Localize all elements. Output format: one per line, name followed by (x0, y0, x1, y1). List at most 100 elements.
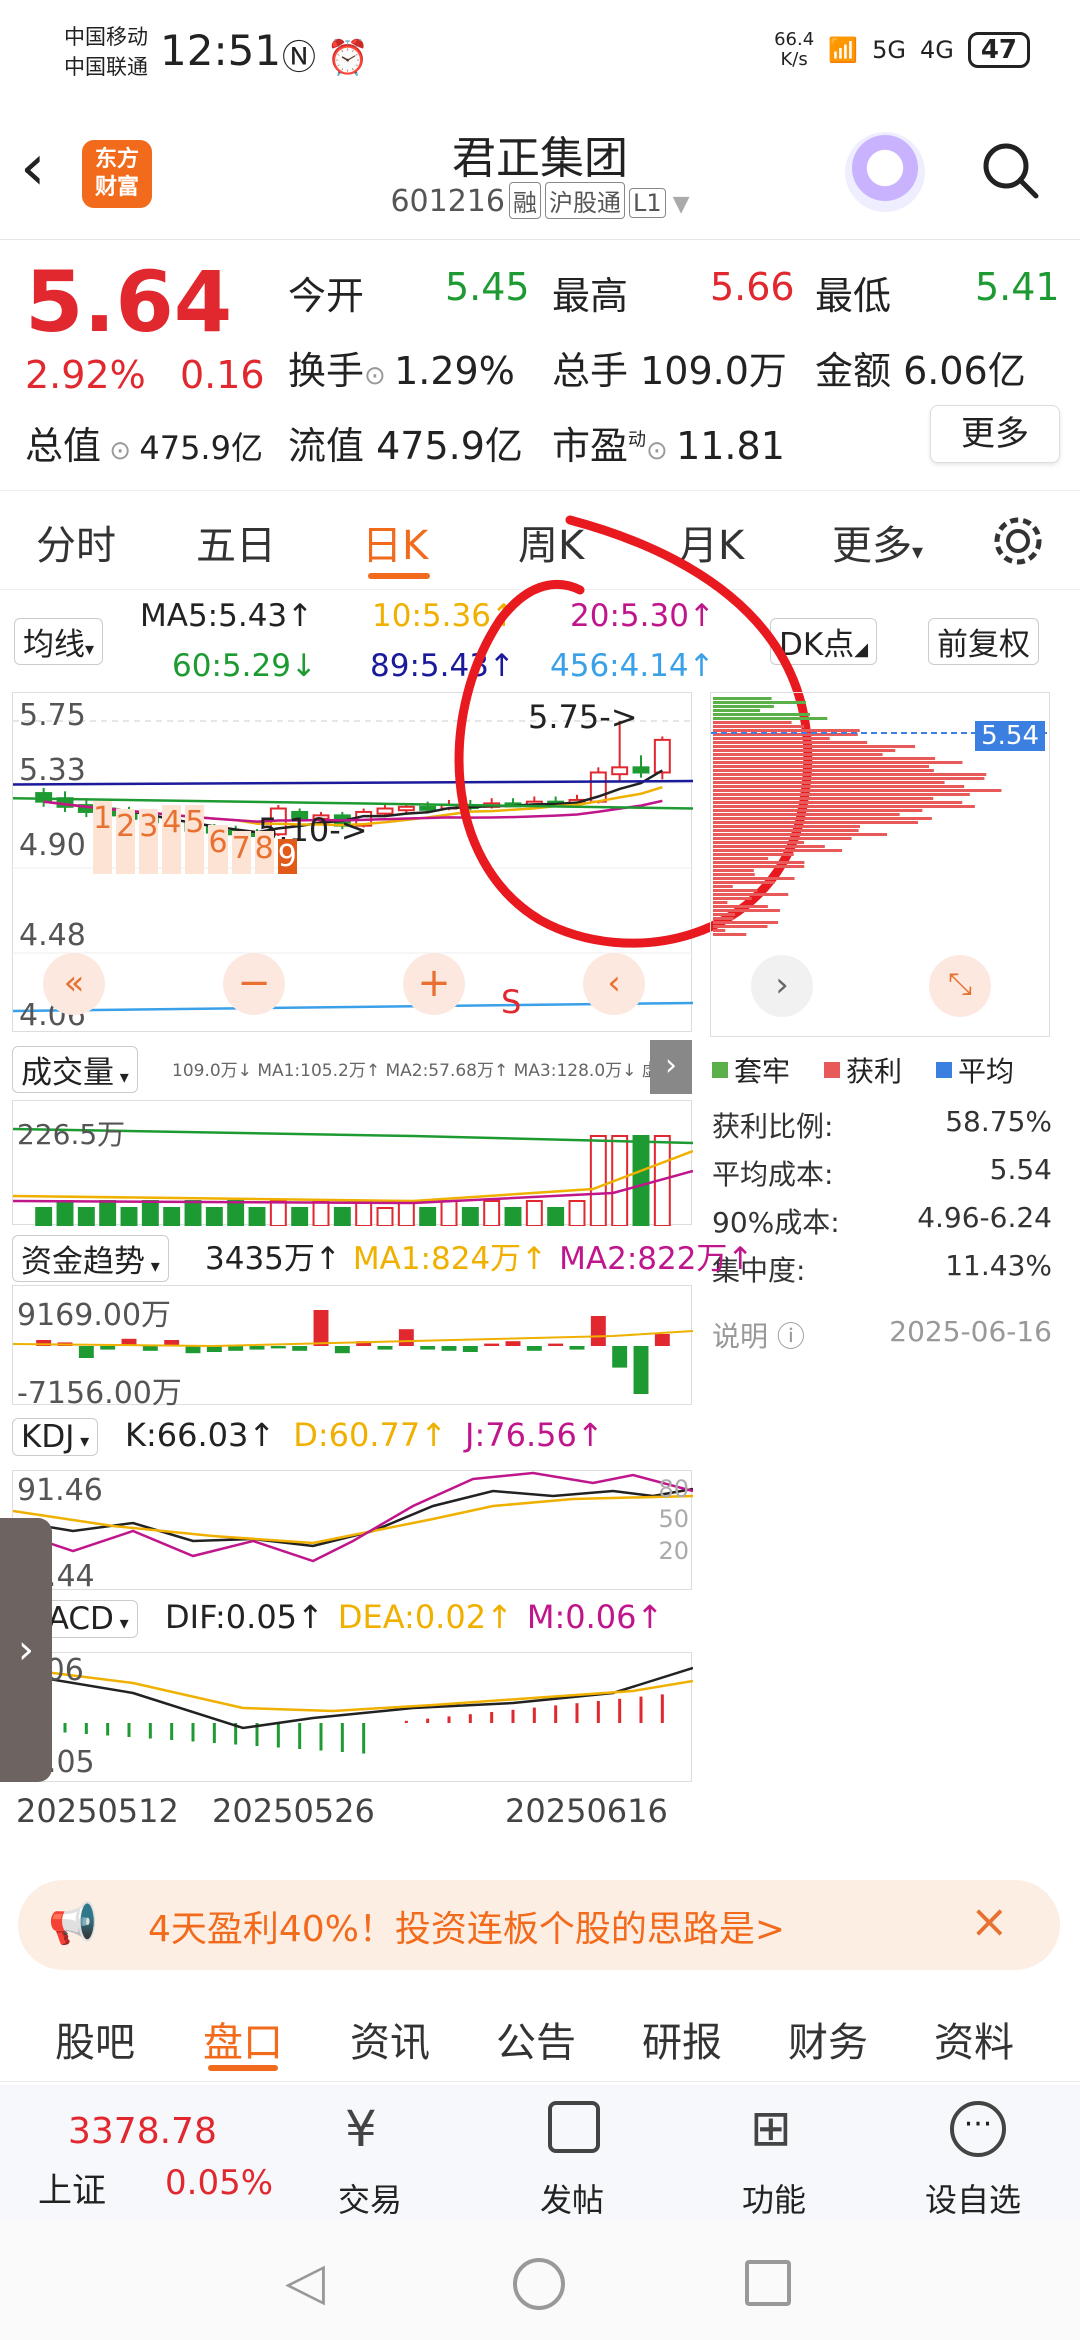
date-axis-mid: 20250526 (212, 1792, 375, 1830)
macd-dif-line (12, 1666, 694, 1730)
tab-pankou[interactable]: 盘口 (203, 2010, 283, 2068)
scroll-left-button[interactable]: « (43, 953, 105, 1015)
chip-bar (713, 709, 761, 712)
tab-more[interactable]: 更多▾ (832, 513, 923, 571)
fund-bar (590, 1316, 606, 1346)
signal-4g: 4G (919, 36, 954, 64)
tab-news[interactable]: 资讯 (350, 2010, 430, 2068)
chip-bar (713, 745, 916, 748)
chip-bar (713, 777, 985, 780)
chip-bar (713, 705, 774, 708)
stock-header: ‹ 东方 财富 君正集团 601216 融沪股通 L1 ▼ (0, 110, 1080, 240)
nav-back-icon[interactable]: ◁ (285, 2252, 325, 2312)
chip-bar (713, 797, 934, 800)
chip-bar (713, 885, 733, 888)
chip-bar (713, 749, 896, 752)
chip-bar (713, 853, 794, 856)
trade-icon[interactable]: ¥ (345, 2100, 377, 2158)
volume-bar (547, 1207, 565, 1227)
volume-bar (355, 1200, 373, 1227)
chip-bar (713, 809, 923, 812)
function-button[interactable]: 功能 (742, 2175, 806, 2221)
tab-guba[interactable]: 股吧 (55, 2010, 135, 2068)
assistant-robot-icon[interactable] (845, 132, 925, 212)
add-watchlist-button[interactable]: 设自选 (925, 2175, 1021, 2221)
chip-bar (713, 917, 734, 920)
chip-bar (713, 801, 963, 804)
chip-bar (713, 857, 769, 860)
status-time: 12:51 (160, 26, 282, 75)
fund-bar (292, 1346, 308, 1351)
volume-bar (120, 1207, 138, 1227)
chip-bar (713, 721, 792, 724)
chip-bar (713, 729, 860, 732)
chip-bar (713, 773, 987, 776)
quote-panel: 5.64 2.92% 0.16 总值 ⊙ 475.9亿 今开 5.45 最高 5… (25, 253, 1060, 468)
tab-five-day[interactable]: 五日 (196, 513, 276, 571)
open-value: 5.45 (445, 265, 530, 309)
chip-bar (713, 921, 779, 924)
tab-finance[interactable]: 财务 (788, 2010, 868, 2068)
volume-select[interactable]: 成交量 ▾ (12, 1046, 138, 1093)
volume-bar (99, 1200, 117, 1227)
tab-daily-k[interactable]: 日K (362, 513, 428, 571)
chip-bar (713, 881, 775, 884)
volume-panel: 226.5万 (12, 1100, 694, 1227)
side-drawer-handle[interactable]: › (0, 1518, 52, 1782)
chip-next-button[interactable]: › (751, 955, 813, 1017)
active-info-tab-indicator (208, 2065, 278, 2071)
fund-bar (612, 1346, 628, 1368)
tab-research[interactable]: 研报 (642, 2010, 722, 2068)
trade-button[interactable]: 交易 (338, 2175, 402, 2221)
chip-bar (713, 717, 828, 720)
adjust-select[interactable]: 前复权 (928, 618, 1039, 665)
volume-bar (141, 1200, 159, 1227)
date-axis-end: 20250616 (505, 1792, 668, 1830)
sell-signal: S (501, 983, 522, 1021)
index-value[interactable]: 3378.78 (68, 2111, 217, 2152)
volume-bar (184, 1200, 202, 1227)
settings-gear-icon[interactable] (990, 513, 1046, 569)
date-axis-start: 20250512 (16, 1792, 179, 1830)
expand-icon[interactable]: ⤡ (929, 955, 991, 1017)
tab-intraday[interactable]: 分时 (36, 513, 116, 571)
kdj-select[interactable]: KDJ ▾ (12, 1418, 99, 1456)
mcap-row: 总值 ⊙ 475.9亿 (25, 424, 263, 468)
more-button[interactable]: 更多 (930, 405, 1060, 463)
expand-right-icon[interactable]: › (650, 1040, 692, 1094)
post-icon[interactable] (548, 2101, 600, 2153)
nav-home-icon[interactable] (513, 2258, 565, 2310)
close-banner-icon[interactable]: × (970, 1894, 1009, 1948)
fund-bar (505, 1341, 521, 1346)
macd-chart (12, 1666, 694, 1754)
volume-bar (504, 1207, 522, 1227)
fund-bar (78, 1346, 94, 1358)
fund-bar (462, 1346, 478, 1352)
zoom-out-button[interactable]: − (223, 953, 285, 1015)
fund-bar (420, 1346, 436, 1350)
search-icon[interactable] (980, 140, 1040, 200)
fund-bar (633, 1346, 649, 1394)
nav-recents-icon[interactable] (745, 2260, 791, 2306)
chip-bar (713, 805, 975, 808)
indicator-select[interactable]: 均线▾ (14, 618, 104, 665)
chip-bar (713, 837, 852, 840)
kdj-chart (12, 1471, 694, 1563)
tab-profile[interactable]: 资料 (934, 2010, 1014, 2068)
fund-bar (441, 1346, 457, 1351)
chip-bar (713, 817, 932, 820)
fund-trend-select[interactable]: 资金趋势 ▾ (12, 1235, 169, 1282)
fund-bar (377, 1346, 393, 1350)
chip-bar (713, 781, 945, 784)
macd-panel: 0.06 -0.05 (12, 1652, 694, 1782)
volume-bar (461, 1207, 479, 1227)
chip-bar (713, 757, 936, 760)
chip-bar (713, 813, 900, 816)
volume-bar (525, 1200, 543, 1227)
post-button[interactable]: 发帖 (540, 2175, 604, 2221)
function-grid-icon[interactable]: ⊞ (750, 2099, 792, 2157)
chip-note-link[interactable]: 说明 ⓘ (712, 1315, 805, 1363)
more-dots-icon[interactable]: ··· (950, 2101, 1006, 2157)
promo-banner[interactable]: 📢 4天盈利40%！投资连板个股的思路是> × (18, 1880, 1060, 1970)
tab-announcements[interactable]: 公告 (496, 2010, 576, 2068)
